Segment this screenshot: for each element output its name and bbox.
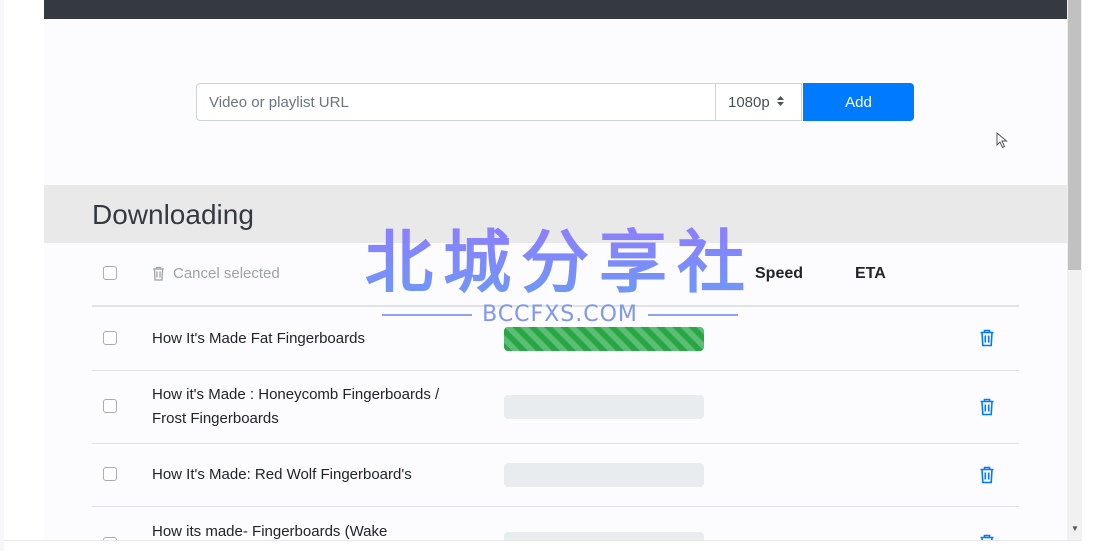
table-row: How its made- Fingerboards (Wake (92, 507, 1019, 540)
trash-icon (153, 266, 164, 281)
column-speed: Speed (755, 265, 804, 282)
trash-icon[interactable] (979, 466, 995, 484)
download-title: How It's Made: Red Wolf Fingerboard's (152, 466, 412, 483)
download-title: How it's Made : Honeycomb Fingerboards /… (152, 386, 440, 427)
quality-value: 1080p (728, 93, 770, 111)
section-title: Downloading (92, 199, 254, 230)
row-checkbox[interactable] (103, 399, 117, 413)
progress-bar (504, 463, 704, 487)
row-checkbox[interactable] (103, 331, 117, 345)
select-all-checkbox[interactable] (103, 266, 117, 280)
cancel-selected-button[interactable]: Cancel selected (152, 265, 280, 282)
mouse-cursor-icon (996, 131, 1008, 154)
quality-select[interactable]: 1080p (716, 83, 802, 121)
scroll-down-arrow-icon[interactable]: ▼ (1071, 524, 1079, 533)
download-title: How its made- Fingerboards (Wake (152, 523, 388, 540)
table-row: How it's Made : Honeycomb Fingerboards /… (92, 371, 1019, 444)
cancel-selected-label: Cancel selected (173, 265, 280, 282)
row-checkbox[interactable] (103, 467, 117, 481)
add-download-form: 1080p Add (196, 83, 914, 121)
sort-caret-icon (776, 96, 784, 108)
navbar (44, 0, 1067, 19)
progress-fill (504, 327, 704, 351)
add-button[interactable]: Add (803, 83, 914, 121)
app-frame: 1080p Add Downloading Cancel selected (4, 0, 1067, 540)
table-row: How It's Made Fat Fingerboards (92, 307, 1019, 371)
scroll-thumb[interactable] (1068, 0, 1081, 270)
bottom-edge (4, 540, 1082, 552)
vertical-scrollbar[interactable]: ▼ (1067, 0, 1082, 540)
column-eta: ETA (855, 265, 886, 282)
trash-icon[interactable] (979, 329, 995, 347)
downloads-table: Cancel selected Speed ETA How It's Made … (92, 243, 1019, 540)
table-header: Cancel selected Speed ETA (92, 243, 1019, 307)
table-row: How It's Made: Red Wolf Fingerboard's (92, 444, 1019, 507)
url-input[interactable] (196, 83, 716, 121)
progress-bar (504, 327, 704, 351)
downloading-header: Downloading (44, 185, 1067, 243)
progress-bar (504, 532, 704, 540)
main-content: 1080p Add Downloading Cancel selected (44, 19, 1067, 540)
progress-bar (504, 395, 704, 419)
download-title: How It's Made Fat Fingerboards (152, 330, 365, 347)
trash-icon[interactable] (979, 398, 995, 416)
